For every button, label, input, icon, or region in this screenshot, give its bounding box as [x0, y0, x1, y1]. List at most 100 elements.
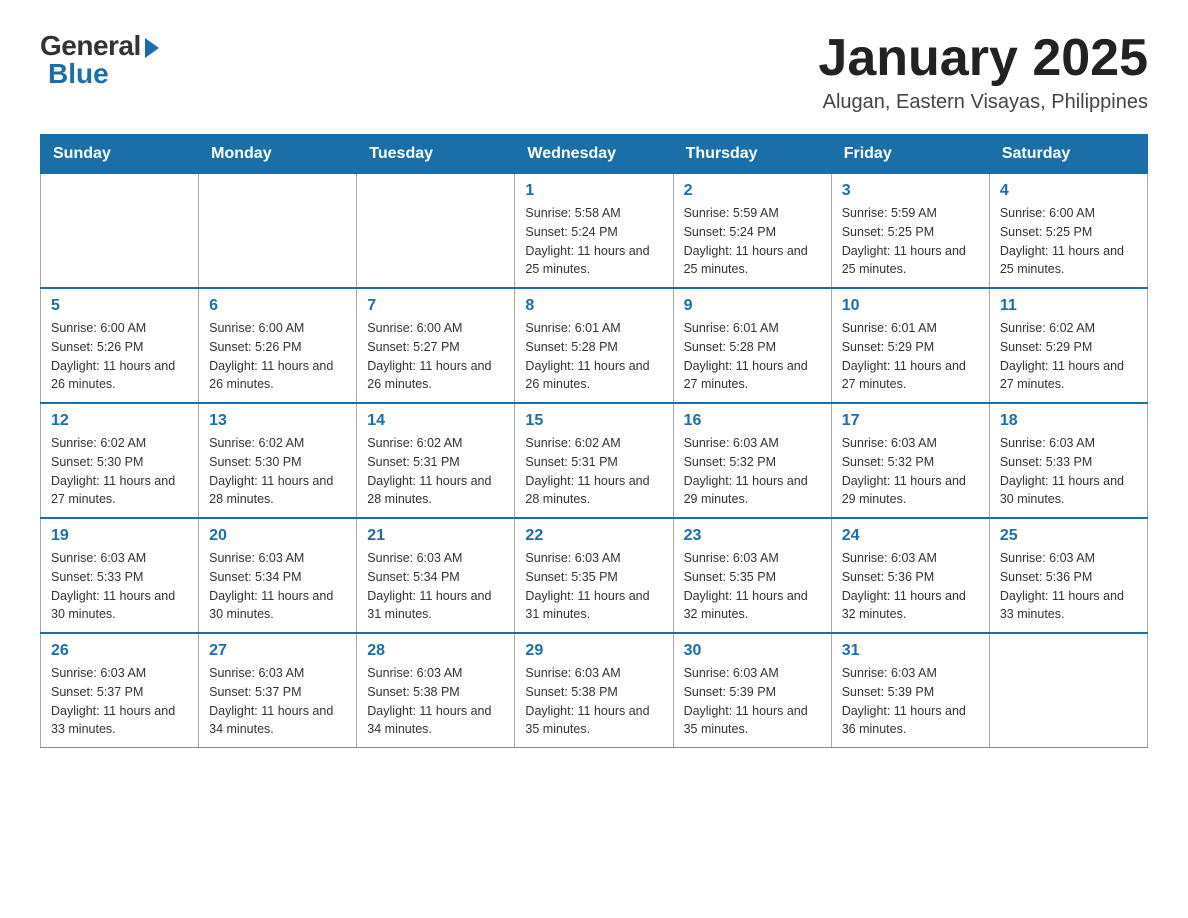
calendar-cell: 29 Sunrise: 6:03 AM Sunset: 5:38 PM Dayli…: [515, 633, 673, 748]
day-number: 18: [1000, 412, 1137, 430]
day-info: Sunrise: 6:02 AM Sunset: 5:30 PM Dayligh…: [209, 434, 346, 509]
calendar-cell: 1Sunrise: 5:58 AM Sunset: 5:24 PM Daylig…: [515, 174, 673, 289]
day-info: Sunrise: 6:03 AM Sunset: 5:35 PM Dayligh…: [684, 549, 821, 624]
day-number: 4: [1000, 182, 1137, 200]
page-title: January 2025: [818, 30, 1148, 87]
day-number: 2: [684, 182, 821, 200]
calendar-cell: 10Sunrise: 6:01 AM Sunset: 5:29 PM Dayli…: [831, 288, 989, 403]
page-subtitle: Alugan, Eastern Visayas, Philippines: [818, 91, 1148, 114]
calendar-cell: 26 Sunrise: 6:03 AM Sunset: 5:37 PM Dayli…: [41, 633, 199, 748]
calendar-header-sunday: Sunday: [41, 135, 199, 174]
calendar-week-row: 5 Sunrise: 6:00 AM Sunset: 5:26 PM Daylig…: [41, 288, 1148, 403]
day-number: 29: [525, 642, 662, 660]
calendar-week-row: 26 Sunrise: 6:03 AM Sunset: 5:37 PM Dayli…: [41, 633, 1148, 748]
logo: General Blue: [40, 30, 159, 90]
day-number: 28: [367, 642, 504, 660]
calendar-cell: 23 Sunrise: 6:03 AM Sunset: 5:35 PM Dayli…: [673, 518, 831, 633]
day-info: Sunrise: 6:02 AM Sunset: 5:31 PM Dayligh…: [525, 434, 662, 509]
day-number: 14: [367, 412, 504, 430]
calendar-cell: 28 Sunrise: 6:03 AM Sunset: 5:38 PM Dayli…: [357, 633, 515, 748]
day-info: Sunrise: 6:03 AM Sunset: 5:38 PM Dayligh…: [367, 664, 504, 739]
calendar-cell: 9Sunrise: 6:01 AM Sunset: 5:28 PM Daylig…: [673, 288, 831, 403]
logo-blue-text: Blue: [48, 58, 109, 90]
calendar-cell: 12Sunrise: 6:02 AM Sunset: 5:30 PM Dayli…: [41, 403, 199, 518]
day-info: Sunrise: 5:59 AM Sunset: 5:25 PM Dayligh…: [842, 204, 979, 279]
day-number: 5: [51, 297, 188, 315]
day-info: Sunrise: 6:03 AM Sunset: 5:36 PM Dayligh…: [1000, 549, 1137, 624]
day-info: Sunrise: 5:59 AM Sunset: 5:24 PM Dayligh…: [684, 204, 821, 279]
day-number: 11: [1000, 297, 1137, 315]
calendar-cell: 8 Sunrise: 6:01 AM Sunset: 5:28 PM Daylig…: [515, 288, 673, 403]
logo-arrow-icon: [145, 38, 159, 58]
calendar-cell: 22Sunrise: 6:03 AM Sunset: 5:35 PM Dayli…: [515, 518, 673, 633]
day-number: 15: [525, 412, 662, 430]
day-info: Sunrise: 6:03 AM Sunset: 5:36 PM Dayligh…: [842, 549, 979, 624]
day-info: Sunrise: 6:03 AM Sunset: 5:37 PM Dayligh…: [51, 664, 188, 739]
day-info: Sunrise: 6:00 AM Sunset: 5:27 PM Dayligh…: [367, 319, 504, 394]
day-number: 8: [525, 297, 662, 315]
day-info: Sunrise: 6:03 AM Sunset: 5:34 PM Dayligh…: [209, 549, 346, 624]
calendar-cell: 5 Sunrise: 6:00 AM Sunset: 5:26 PM Daylig…: [41, 288, 199, 403]
calendar-cell: 21 Sunrise: 6:03 AM Sunset: 5:34 PM Dayli…: [357, 518, 515, 633]
calendar-cell: 3 Sunrise: 5:59 AM Sunset: 5:25 PM Daylig…: [831, 174, 989, 289]
day-info: Sunrise: 6:01 AM Sunset: 5:29 PM Dayligh…: [842, 319, 979, 394]
calendar-cell: [41, 174, 199, 289]
calendar-cell: 17Sunrise: 6:03 AM Sunset: 5:32 PM Dayli…: [831, 403, 989, 518]
calendar-cell: 6Sunrise: 6:00 AM Sunset: 5:26 PM Daylig…: [199, 288, 357, 403]
calendar-cell: 2 Sunrise: 5:59 AM Sunset: 5:24 PM Daylig…: [673, 174, 831, 289]
day-number: 23: [684, 527, 821, 545]
day-info: Sunrise: 6:02 AM Sunset: 5:31 PM Dayligh…: [367, 434, 504, 509]
calendar-cell: 11 Sunrise: 6:02 AM Sunset: 5:29 PM Dayli…: [989, 288, 1147, 403]
page-header: General Blue January 2025 Alugan, Easter…: [40, 30, 1148, 114]
day-info: Sunrise: 6:02 AM Sunset: 5:30 PM Dayligh…: [51, 434, 188, 509]
day-info: Sunrise: 6:03 AM Sunset: 5:32 PM Dayligh…: [842, 434, 979, 509]
day-number: 19: [51, 527, 188, 545]
calendar-cell: [357, 174, 515, 289]
day-number: 9: [684, 297, 821, 315]
day-number: 13: [209, 412, 346, 430]
day-info: Sunrise: 6:00 AM Sunset: 5:26 PM Dayligh…: [209, 319, 346, 394]
day-number: 1: [525, 182, 662, 200]
day-number: 20: [209, 527, 346, 545]
day-info: Sunrise: 6:03 AM Sunset: 5:38 PM Dayligh…: [525, 664, 662, 739]
calendar-header-monday: Monday: [199, 135, 357, 174]
calendar-table: SundayMondayTuesdayWednesdayThursdayFrid…: [40, 134, 1148, 748]
calendar-header-friday: Friday: [831, 135, 989, 174]
day-number: 16: [684, 412, 821, 430]
calendar-week-row: 1Sunrise: 5:58 AM Sunset: 5:24 PM Daylig…: [41, 174, 1148, 289]
day-info: Sunrise: 6:00 AM Sunset: 5:26 PM Dayligh…: [51, 319, 188, 394]
calendar-cell: 16Sunrise: 6:03 AM Sunset: 5:32 PM Dayli…: [673, 403, 831, 518]
day-info: Sunrise: 6:03 AM Sunset: 5:34 PM Dayligh…: [367, 549, 504, 624]
calendar-cell: 31Sunrise: 6:03 AM Sunset: 5:39 PM Dayli…: [831, 633, 989, 748]
calendar-header-wednesday: Wednesday: [515, 135, 673, 174]
calendar-cell: 24 Sunrise: 6:03 AM Sunset: 5:36 PM Dayli…: [831, 518, 989, 633]
day-number: 30: [684, 642, 821, 660]
day-info: Sunrise: 6:03 AM Sunset: 5:39 PM Dayligh…: [684, 664, 821, 739]
calendar-cell: 18 Sunrise: 6:03 AM Sunset: 5:33 PM Dayli…: [989, 403, 1147, 518]
day-number: 31: [842, 642, 979, 660]
calendar-cell: 25 Sunrise: 6:03 AM Sunset: 5:36 PM Dayli…: [989, 518, 1147, 633]
calendar-week-row: 19Sunrise: 6:03 AM Sunset: 5:33 PM Dayli…: [41, 518, 1148, 633]
calendar-header-saturday: Saturday: [989, 135, 1147, 174]
day-number: 24: [842, 527, 979, 545]
day-info: Sunrise: 6:01 AM Sunset: 5:28 PM Dayligh…: [525, 319, 662, 394]
calendar-cell: 20 Sunrise: 6:03 AM Sunset: 5:34 PM Dayli…: [199, 518, 357, 633]
day-info: Sunrise: 6:00 AM Sunset: 5:25 PM Dayligh…: [1000, 204, 1137, 279]
day-number: 22: [525, 527, 662, 545]
day-number: 26: [51, 642, 188, 660]
calendar-cell: [199, 174, 357, 289]
calendar-cell: 13 Sunrise: 6:02 AM Sunset: 5:30 PM Dayli…: [199, 403, 357, 518]
calendar-cell: 4 Sunrise: 6:00 AM Sunset: 5:25 PM Daylig…: [989, 174, 1147, 289]
day-info: Sunrise: 6:03 AM Sunset: 5:33 PM Dayligh…: [1000, 434, 1137, 509]
day-number: 3: [842, 182, 979, 200]
day-number: 25: [1000, 527, 1137, 545]
calendar-header-row: SundayMondayTuesdayWednesdayThursdayFrid…: [41, 135, 1148, 174]
calendar-cell: 19Sunrise: 6:03 AM Sunset: 5:33 PM Dayli…: [41, 518, 199, 633]
calendar-cell: 27 Sunrise: 6:03 AM Sunset: 5:37 PM Dayli…: [199, 633, 357, 748]
day-info: Sunrise: 6:03 AM Sunset: 5:37 PM Dayligh…: [209, 664, 346, 739]
day-number: 7: [367, 297, 504, 315]
day-info: Sunrise: 6:02 AM Sunset: 5:29 PM Dayligh…: [1000, 319, 1137, 394]
calendar-cell: 30 Sunrise: 6:03 AM Sunset: 5:39 PM Dayli…: [673, 633, 831, 748]
day-number: 27: [209, 642, 346, 660]
day-number: 21: [367, 527, 504, 545]
